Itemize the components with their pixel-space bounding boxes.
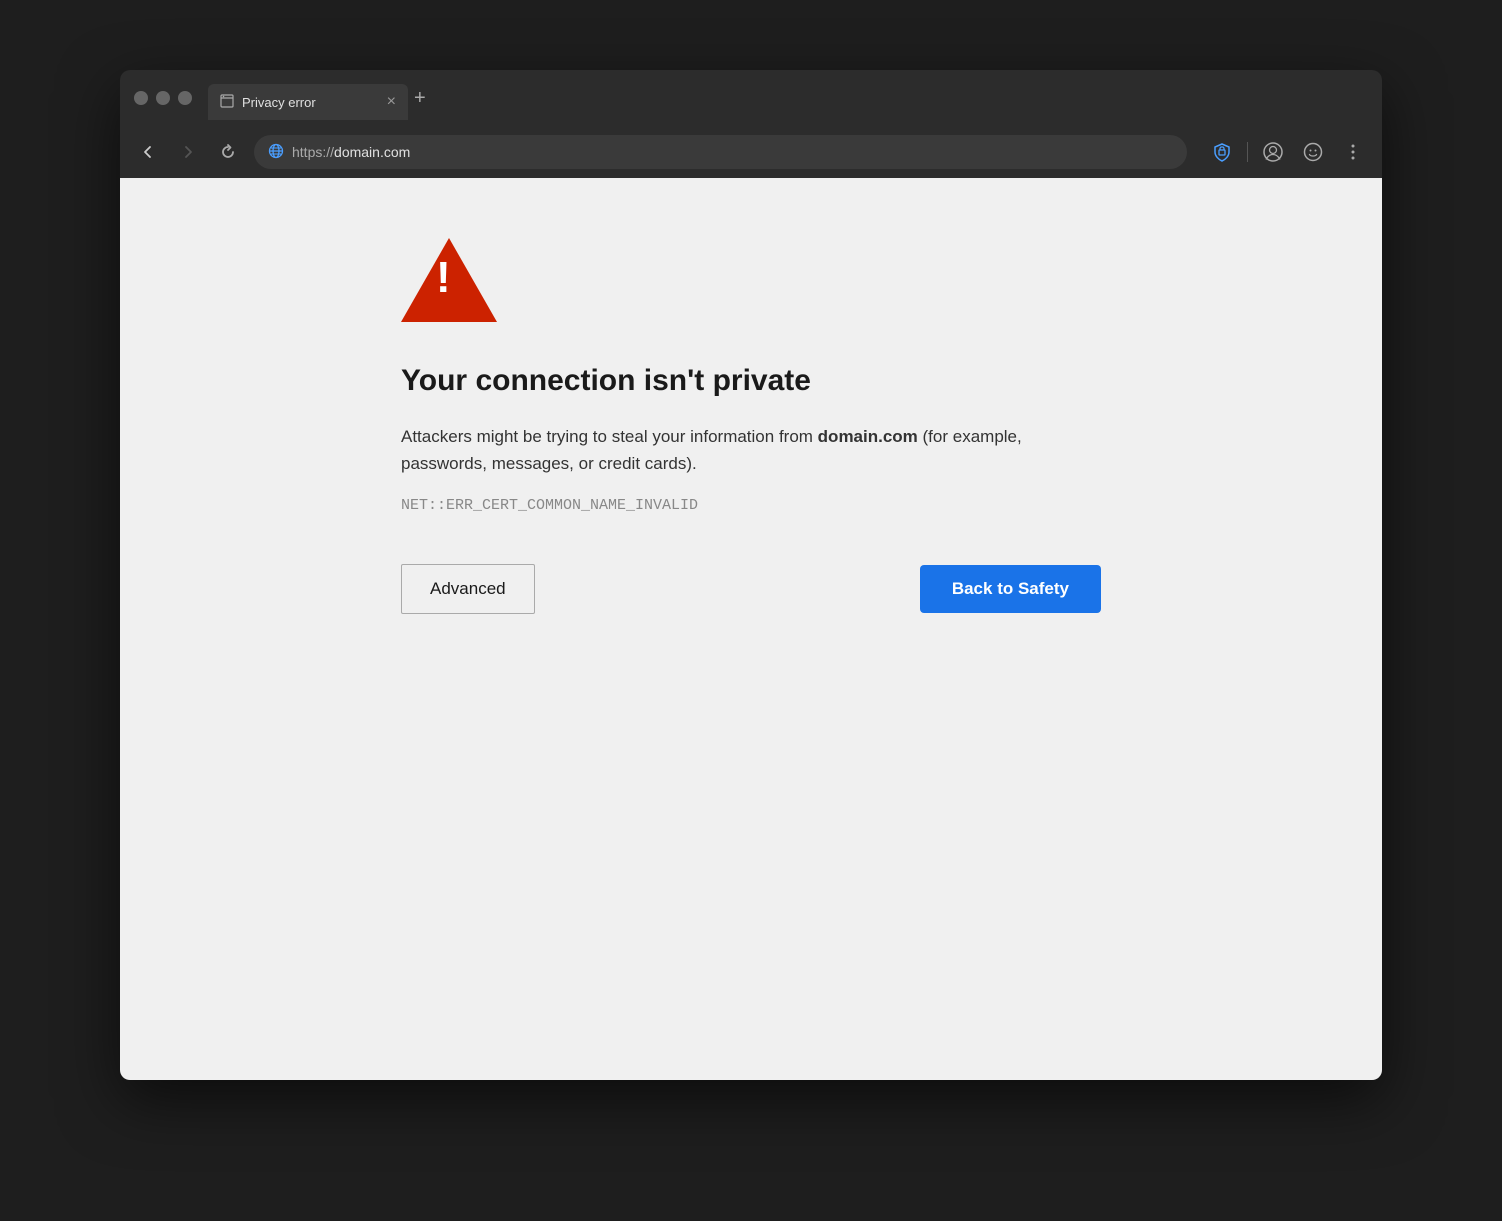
url-display: https://domain.com	[292, 144, 410, 160]
traffic-light-minimize[interactable]	[156, 91, 170, 105]
traffic-light-close[interactable]	[134, 91, 148, 105]
description-domain: domain.com	[818, 427, 918, 446]
error-heading: Your connection isn't private	[401, 363, 1101, 399]
url-domain: domain.com	[334, 144, 410, 160]
warning-triangle	[401, 238, 497, 322]
traffic-light-maximize[interactable]	[178, 91, 192, 105]
button-row: Advanced Back to Safety	[401, 564, 1101, 614]
address-bar[interactable]: https://domain.com	[254, 135, 1187, 169]
warning-icon	[401, 238, 1101, 327]
tab-page-icon	[220, 94, 234, 111]
menu-button[interactable]	[1338, 137, 1368, 167]
emoji-icon-button[interactable]	[1298, 137, 1328, 167]
toolbar-icons	[1207, 137, 1368, 167]
title-bar: Privacy error × +	[120, 70, 1382, 126]
description-before: Attackers might be trying to steal your …	[401, 427, 818, 446]
browser-tab[interactable]: Privacy error ×	[208, 84, 408, 120]
new-tab-button[interactable]: +	[414, 87, 426, 110]
error-container: Your connection isn't private Attackers …	[381, 238, 1121, 614]
globe-icon	[268, 143, 284, 162]
traffic-lights	[134, 91, 192, 105]
shield-icon-button[interactable]	[1207, 137, 1237, 167]
url-protocol: https://	[292, 144, 334, 160]
page-content: Your connection isn't private Attackers …	[120, 178, 1382, 1080]
forward-button[interactable]	[174, 138, 202, 166]
tab-close-button[interactable]: ×	[387, 94, 396, 110]
back-to-safety-button[interactable]: Back to Safety	[920, 565, 1101, 613]
back-button[interactable]	[134, 138, 162, 166]
tab-title: Privacy error	[242, 95, 316, 110]
toolbar-separator	[1247, 142, 1248, 162]
advanced-button[interactable]: Advanced	[401, 564, 535, 614]
error-description: Attackers might be trying to steal your …	[401, 423, 1101, 477]
reload-button[interactable]	[214, 138, 242, 166]
error-code: NET::ERR_CERT_COMMON_NAME_INVALID	[401, 497, 1101, 514]
browser-window: Privacy error × +	[120, 70, 1382, 1080]
tab-bar: Privacy error × +	[208, 70, 1368, 126]
profile-icon-button[interactable]	[1258, 137, 1288, 167]
nav-bar: https://domain.com	[120, 126, 1382, 178]
